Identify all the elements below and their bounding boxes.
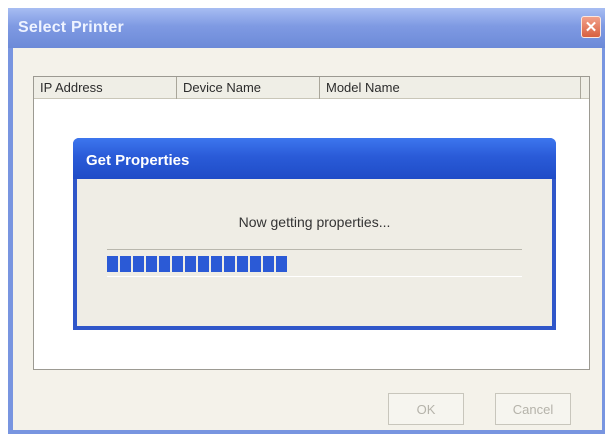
- get-properties-dialog: Get Properties Now getting properties...: [73, 138, 556, 330]
- status-message: Now getting properties...: [238, 214, 391, 230]
- progress-bar: [107, 249, 522, 277]
- column-model-name[interactable]: Model Name: [320, 77, 581, 99]
- ok-button[interactable]: OK: [388, 393, 464, 425]
- progress-segment: [172, 256, 183, 272]
- column-device-name[interactable]: Device Name: [177, 77, 320, 99]
- progress-segment: [276, 256, 287, 272]
- dialog-title: Get Properties: [86, 152, 190, 169]
- progress-segment: [198, 256, 209, 272]
- window-titlebar[interactable]: Select Printer ✕: [8, 8, 605, 48]
- dialog-body: Now getting properties...: [77, 179, 552, 326]
- select-printer-window: Select Printer ✕ IP Address Device Name …: [8, 8, 605, 434]
- progress-segment: [211, 256, 222, 272]
- progress-segment: [120, 256, 131, 272]
- close-icon[interactable]: ✕: [581, 16, 601, 38]
- progress-segment: [237, 256, 248, 272]
- progress-segment: [107, 256, 118, 272]
- progress-segment: [250, 256, 261, 272]
- column-ip-address[interactable]: IP Address: [34, 77, 177, 99]
- progress-segment: [146, 256, 157, 272]
- progress-segment: [224, 256, 235, 272]
- cancel-button[interactable]: Cancel: [495, 393, 571, 425]
- progress-segment: [159, 256, 170, 272]
- progress-segment: [263, 256, 274, 272]
- list-header: IP Address Device Name Model Name: [34, 77, 589, 99]
- dialog-titlebar[interactable]: Get Properties: [73, 138, 556, 179]
- progress-segment: [133, 256, 144, 272]
- window-title: Select Printer: [18, 19, 124, 36]
- progress-fill: [107, 256, 287, 272]
- progress-segment: [185, 256, 196, 272]
